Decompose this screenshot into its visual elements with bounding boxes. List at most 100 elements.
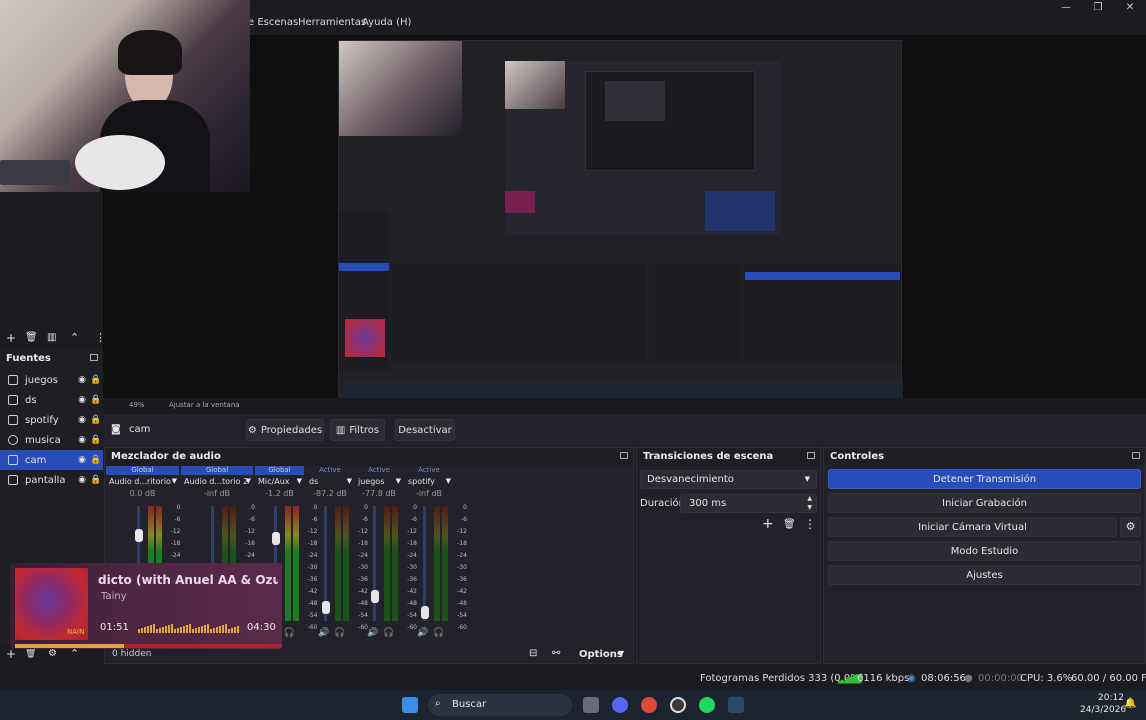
layout-icon[interactable]: ⊟ bbox=[529, 648, 537, 659]
progress-track[interactable] bbox=[15, 644, 282, 648]
monitor-icon[interactable]: 🎧 bbox=[334, 628, 345, 638]
maximize-button[interactable]: ❐ bbox=[1086, 2, 1110, 13]
fit-window-select[interactable]: Ajustar a la ventana bbox=[169, 401, 240, 409]
volume-fader-track[interactable] bbox=[373, 506, 376, 621]
eye-icon[interactable]: ◉ bbox=[75, 395, 89, 405]
options-button[interactable]: Options bbox=[579, 649, 623, 660]
chevron-down-icon[interactable]: ▼ bbox=[446, 477, 451, 485]
eye-icon[interactable]: ◉ bbox=[75, 415, 89, 425]
remove-transition-icon[interactable]: 🗑 bbox=[783, 519, 796, 530]
clock-time[interactable]: 20:12 bbox=[1098, 693, 1124, 703]
start-virtual-camera-button[interactable]: Iniciar Cámara Virtual bbox=[828, 517, 1117, 537]
waveform-bar bbox=[204, 625, 206, 633]
scene-filter-icon[interactable]: ▥ bbox=[47, 332, 56, 343]
monitor-icon[interactable]: 🎧 bbox=[383, 628, 394, 638]
chevron-down-icon[interactable]: ▼ bbox=[347, 477, 352, 485]
source-item-ds[interactable]: ds ◉ 🔒 bbox=[0, 390, 103, 410]
obs-icon[interactable] bbox=[670, 697, 686, 713]
lock-icon[interactable]: 🔒 bbox=[89, 475, 103, 485]
chevron-down-icon[interactable]: ▼ bbox=[246, 477, 251, 485]
speaker-icon[interactable]: 🔊 bbox=[367, 628, 378, 638]
chevron-down-icon: ▼ bbox=[804, 475, 810, 483]
task-view-icon[interactable] bbox=[583, 697, 599, 713]
discord-icon[interactable] bbox=[612, 697, 628, 713]
clock-date[interactable]: 24/3/2026 bbox=[1080, 705, 1126, 715]
remove-source-icon[interactable]: 🗑 bbox=[25, 649, 36, 659]
eye-icon[interactable]: ◉ bbox=[75, 455, 89, 465]
dock-icon[interactable] bbox=[807, 452, 815, 459]
lock-icon[interactable]: 🔒 bbox=[89, 415, 103, 425]
source-settings-icon[interactable]: ⚙ bbox=[48, 648, 57, 659]
close-button[interactable]: ✕ bbox=[1118, 2, 1142, 13]
chevron-up-icon[interactable]: ▲ bbox=[807, 495, 812, 502]
dock-icon[interactable] bbox=[620, 452, 628, 459]
notification-icon[interactable]: 🔔 bbox=[1124, 698, 1136, 709]
dock-icon[interactable] bbox=[1132, 452, 1140, 459]
volume-fader-knob[interactable] bbox=[421, 605, 429, 619]
eye-icon[interactable]: ◉ bbox=[75, 375, 89, 385]
menu-herramientas[interactable]: Herramientas bbox=[298, 17, 366, 28]
chevron-down-icon[interactable]: ▼ bbox=[396, 477, 401, 485]
volume-fader-knob[interactable] bbox=[271, 532, 280, 546]
source-item-musica[interactable]: musica ◉ 🔒 bbox=[0, 430, 103, 450]
duration-input[interactable]: 300 ms ▲ ▼ bbox=[680, 494, 817, 513]
steam-icon[interactable] bbox=[728, 697, 744, 713]
deactivate-button[interactable]: Desactivar bbox=[395, 419, 455, 441]
transition-select[interactable]: Desvanecimiento ▼ bbox=[640, 470, 817, 489]
speaker-icon[interactable]: 🔊 bbox=[417, 628, 428, 638]
volume-fader-knob[interactable] bbox=[134, 529, 143, 543]
monitor-icon[interactable]: 🎧 bbox=[433, 628, 444, 638]
chrome-icon[interactable] bbox=[641, 697, 657, 713]
virtual-camera-settings-button[interactable]: ⚙ bbox=[1120, 517, 1141, 537]
scale-tick: 0 bbox=[176, 504, 181, 511]
chevron-down-icon[interactable]: ▼ bbox=[172, 477, 177, 485]
lock-icon[interactable]: 🔒 bbox=[89, 395, 103, 405]
chevron-down-icon[interactable]: ▼ bbox=[297, 477, 302, 485]
transition-more-icon[interactable]: ⋮ bbox=[804, 517, 816, 531]
taskbar-search[interactable]: ⌕ Buscar bbox=[428, 694, 572, 716]
speaker-icon[interactable]: 🔊 bbox=[318, 628, 329, 638]
studio-mode-button[interactable]: Modo Estudio bbox=[828, 541, 1141, 561]
menu-escenas[interactable]: e Escenas bbox=[248, 17, 298, 28]
lock-icon[interactable]: 🔒 bbox=[89, 375, 103, 385]
add-scene-icon[interactable]: + bbox=[6, 331, 16, 345]
windows-start-icon[interactable] bbox=[402, 697, 418, 713]
chevron-down-icon[interactable]: ▼ bbox=[807, 504, 812, 511]
source-item-juegos[interactable]: juegos ◉ 🔒 bbox=[0, 370, 103, 390]
lock-icon[interactable]: 🔒 bbox=[89, 455, 103, 465]
volume-fader-knob[interactable] bbox=[322, 600, 330, 614]
source-item-spotify[interactable]: spotify ◉ 🔒 bbox=[0, 410, 103, 430]
move-up-icon[interactable]: ⌃ bbox=[70, 331, 79, 344]
monitor-icon[interactable]: 🎧 bbox=[284, 628, 295, 638]
volume-fader-track[interactable] bbox=[423, 506, 426, 621]
link-icon[interactable]: ⚯ bbox=[552, 648, 560, 659]
add-transition-icon[interactable]: + bbox=[762, 516, 774, 532]
dock-icon[interactable] bbox=[90, 354, 98, 361]
stop-stream-button[interactable]: Detener Transmisión bbox=[828, 469, 1141, 489]
scale-tick: 0 bbox=[463, 504, 467, 511]
zoom-level[interactable]: 49% bbox=[129, 401, 145, 409]
source-item-cam[interactable]: cam ◉ 🔒 bbox=[0, 450, 103, 470]
start-recording-button[interactable]: Iniciar Grabación bbox=[828, 493, 1141, 513]
eye-icon[interactable]: ◉ bbox=[75, 435, 89, 445]
lock-icon[interactable]: 🔒 bbox=[89, 435, 103, 445]
preview-canvas[interactable] bbox=[103, 35, 1146, 410]
mixer-channel: Active ds -87.2 dB 0 -6 -12 -18 -24 -30 -36 -42 -48… bbox=[306, 466, 368, 644]
menu-ayuda[interactable]: Ayuda (H) bbox=[362, 17, 411, 28]
settings-button[interactable]: Ajustes bbox=[828, 565, 1141, 585]
remove-scene-icon[interactable]: 🗑 bbox=[25, 332, 38, 343]
spotify-icon[interactable] bbox=[699, 697, 715, 713]
channel-name[interactable]: Audio d...torio 2 bbox=[181, 475, 253, 489]
eye-icon[interactable]: ◉ bbox=[75, 475, 89, 485]
more-icon[interactable]: ⋮ bbox=[95, 331, 106, 344]
duration-label: Duración bbox=[640, 498, 686, 509]
properties-button[interactable]: ⚙ Propiedades bbox=[246, 419, 324, 441]
channel-name[interactable]: Audio d...ritorio bbox=[106, 475, 179, 489]
chevron-down-icon[interactable]: ▼ bbox=[618, 649, 624, 658]
minimize-button[interactable]: — bbox=[1054, 2, 1078, 13]
volume-fader-knob[interactable] bbox=[371, 590, 379, 603]
add-source-icon[interactable]: + bbox=[6, 647, 16, 661]
filters-button[interactable]: ▥ Filtros bbox=[330, 419, 385, 441]
source-item-pantalla[interactable]: pantalla ◉ 🔒 bbox=[0, 470, 103, 490]
hidden-count[interactable]: 0 hidden bbox=[112, 649, 151, 659]
